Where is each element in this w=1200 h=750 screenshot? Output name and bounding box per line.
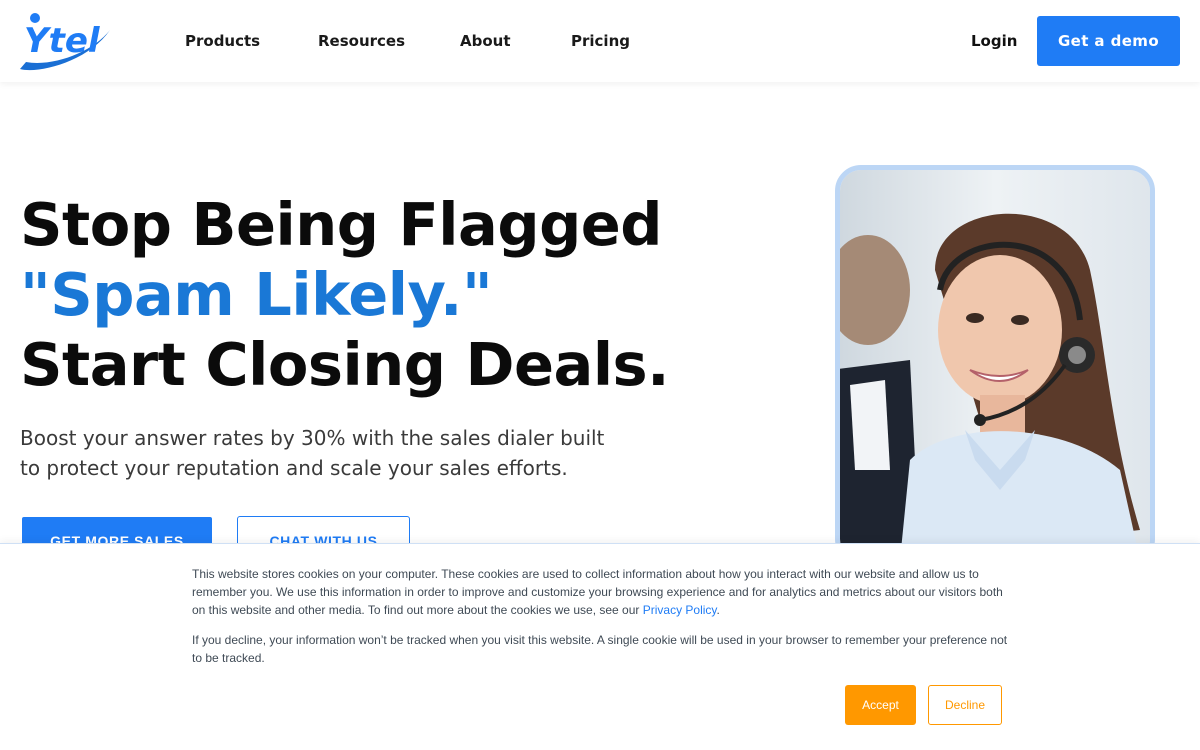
nav-pricing[interactable]: Pricing <box>571 32 630 50</box>
headline-line-3: Start Closing Deals. <box>20 330 670 399</box>
get-demo-button[interactable]: Get a demo <box>1037 16 1180 66</box>
hero-image <box>835 165 1155 565</box>
cookie-paragraph-2: If you decline, your information won’t b… <box>192 633 1008 665</box>
hero-subtext: Boost your answer rates by 30% with the … <box>20 426 605 480</box>
privacy-policy-link[interactable]: Privacy Policy <box>643 603 717 617</box>
nav-products[interactable]: Products <box>185 32 260 50</box>
nav-resources[interactable]: Resources <box>318 32 405 50</box>
svg-text:Ytel: Ytel <box>24 21 101 61</box>
page: Ytel Products Resources About Pricing Lo… <box>0 0 1200 750</box>
headline-line-2: "Spam Likely." <box>20 260 493 329</box>
cookie-text-1-end: . <box>716 603 720 617</box>
cookie-text-1: This website stores cookies on your comp… <box>192 567 1003 617</box>
login-link[interactable]: Login <box>971 32 1017 50</box>
headline-line-1: Stop Being Flagged <box>20 190 663 259</box>
ytel-logo-icon: Ytel <box>20 13 110 71</box>
site-header: Ytel Products Resources About Pricing Lo… <box>0 0 1200 82</box>
cookie-paragraph-1: This website stores cookies on your comp… <box>192 565 1012 619</box>
decline-cookies-button[interactable]: Decline <box>928 685 1002 725</box>
accept-cookies-button[interactable]: Accept <box>845 685 916 725</box>
cookie-banner: This website stores cookies on your comp… <box>0 543 1200 750</box>
ytel-logo[interactable]: Ytel <box>18 12 114 72</box>
hero-headline: Stop Being Flagged "Spam Likely." Start … <box>20 190 740 400</box>
agent-photo-icon <box>840 170 1150 560</box>
nav-about[interactable]: About <box>460 32 511 50</box>
